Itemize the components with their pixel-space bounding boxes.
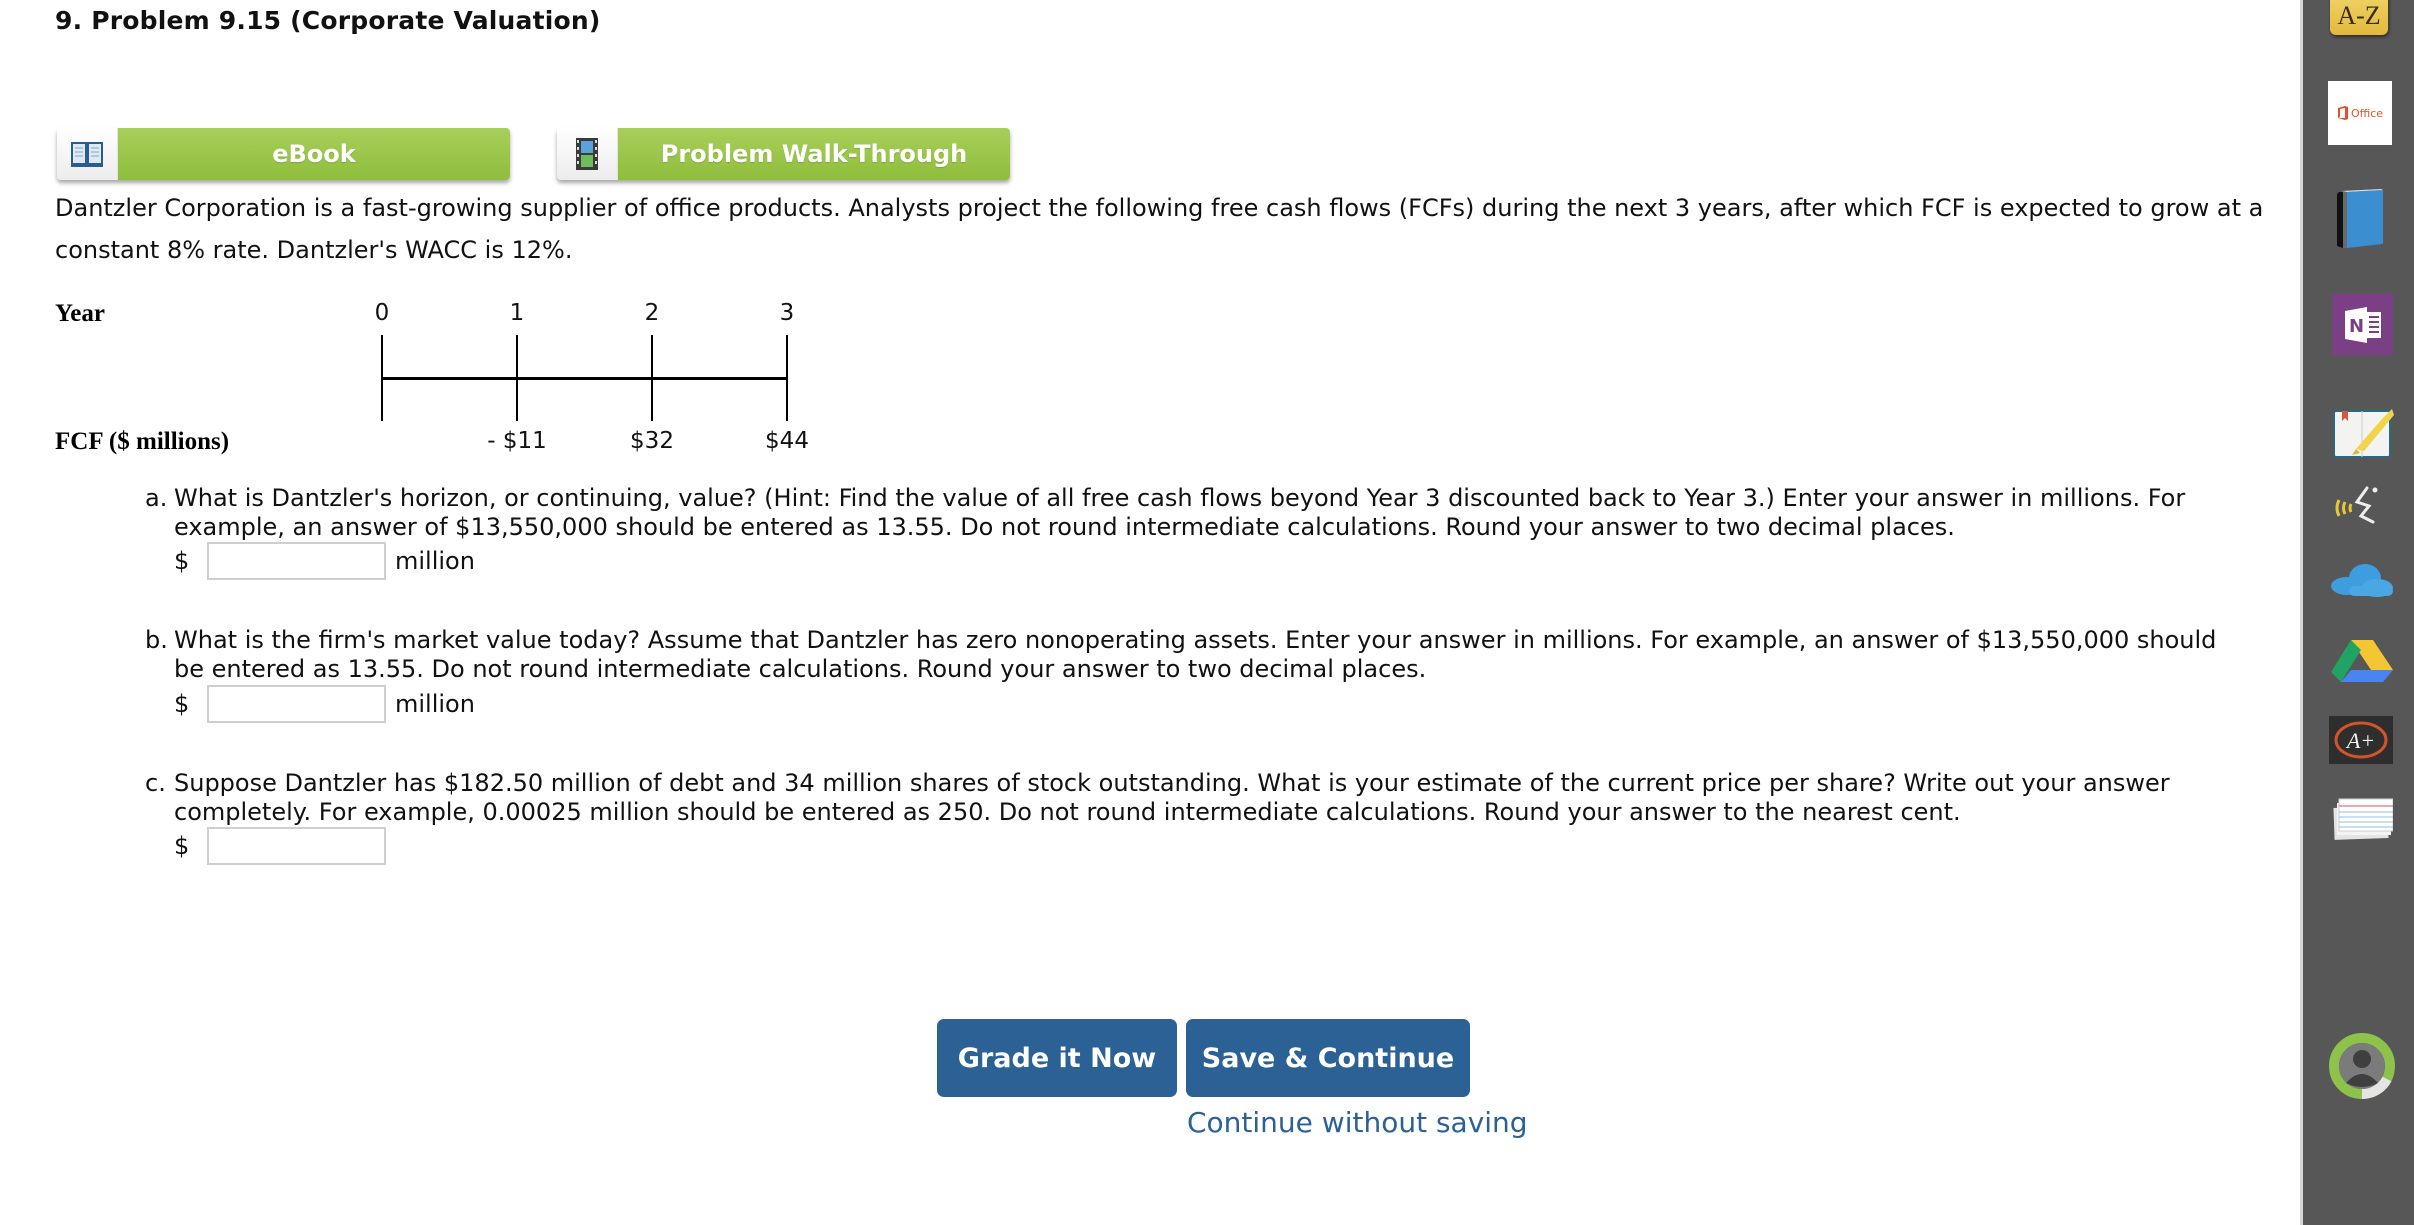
tools-sidebar: A-Z Office N A+ [2300, 0, 2414, 1225]
office-label: Office [2350, 106, 2384, 120]
ebook-label: eBook [118, 128, 510, 180]
problem-title: 9. Problem 9.15 (Corporate Valuation) [55, 6, 601, 35]
onenote-letter: N [2349, 316, 2364, 337]
year-label-3: 3 [779, 300, 795, 326]
timeline-tick-1 [516, 335, 518, 421]
question-a: a. What is Dantzler's horizon, or contin… [145, 484, 2245, 542]
answer-c-input[interactable] [207, 827, 386, 865]
year-label-0: 0 [374, 300, 390, 326]
timeline-tick-3 [786, 335, 788, 421]
office-icon[interactable]: Office [2328, 81, 2392, 145]
film-strip-icon [557, 128, 618, 180]
google-drive-icon[interactable] [2329, 638, 2395, 686]
highlighter-notebook-icon[interactable] [2332, 405, 2394, 465]
a-z-glossary-icon[interactable]: A-Z [2330, 0, 2388, 35]
answer-c-currency: $ [174, 832, 190, 860]
year-label-2: 2 [644, 300, 660, 326]
onenote-icon[interactable]: N [2332, 294, 2393, 355]
a-z-label: A-Z [2337, 1, 2381, 30]
grade-it-now-button[interactable]: Grade it Now [937, 1019, 1177, 1097]
open-book-icon [57, 128, 118, 180]
question-b-letter: b. [145, 626, 168, 654]
question-c: c. Suppose Dantzler has $182.50 million … [145, 769, 2245, 827]
fcf-value-1: - $11 [487, 428, 547, 454]
fcf-value-2: $32 [630, 428, 674, 454]
answer-b-row: $ million [174, 685, 475, 723]
question-c-letter: c. [145, 769, 166, 797]
continue-without-saving-link[interactable]: Continue without saving [1187, 1106, 1528, 1139]
book-icon[interactable] [2333, 188, 2387, 254]
answer-a-row: $ million [174, 542, 475, 580]
question-a-letter: a. [145, 484, 168, 512]
timeline-axis [382, 377, 788, 380]
timeline-tick-2 [651, 335, 653, 421]
problem-walkthrough-label: Problem Walk-Through [618, 128, 1010, 180]
timeline-tick-0 [381, 335, 383, 421]
answer-a-unit: million [395, 547, 475, 575]
read-aloud-icon[interactable] [2333, 480, 2389, 530]
a-plus-label: A+ [2345, 728, 2375, 753]
question-c-text: Suppose Dantzler has $182.50 million of … [174, 769, 2170, 826]
year-row-label: Year [55, 300, 105, 327]
a-plus-grade-icon[interactable]: A+ [2329, 716, 2393, 764]
answer-c-row: $ [174, 827, 386, 865]
year-label-1: 1 [509, 300, 525, 326]
save-and-continue-button[interactable]: Save & Continue [1186, 1019, 1470, 1097]
onedrive-cloud-icon[interactable] [2329, 562, 2395, 602]
question-a-text: What is Dantzler's horizon, or continuin… [174, 484, 2186, 541]
flashcards-icon[interactable] [2331, 797, 2394, 845]
answer-a-input[interactable] [207, 542, 386, 580]
user-avatar-icon[interactable] [2329, 1033, 2395, 1103]
answer-a-currency: $ [174, 547, 190, 575]
question-b-text: What is the firm's market value today? A… [174, 626, 2217, 683]
problem-statement: Dantzler Corporation is a fast-growing s… [55, 194, 2264, 264]
fcf-row-label: FCF ($ millions) [55, 428, 230, 455]
ebook-button[interactable]: eBook [57, 128, 510, 180]
answer-b-unit: million [395, 690, 475, 718]
question-b: b. What is the firm's market value today… [145, 626, 2245, 684]
fcf-value-3: $44 [765, 428, 809, 454]
answer-b-currency: $ [174, 690, 190, 718]
problem-walkthrough-button[interactable]: Problem Walk-Through [557, 128, 1010, 180]
answer-b-input[interactable] [207, 685, 386, 723]
